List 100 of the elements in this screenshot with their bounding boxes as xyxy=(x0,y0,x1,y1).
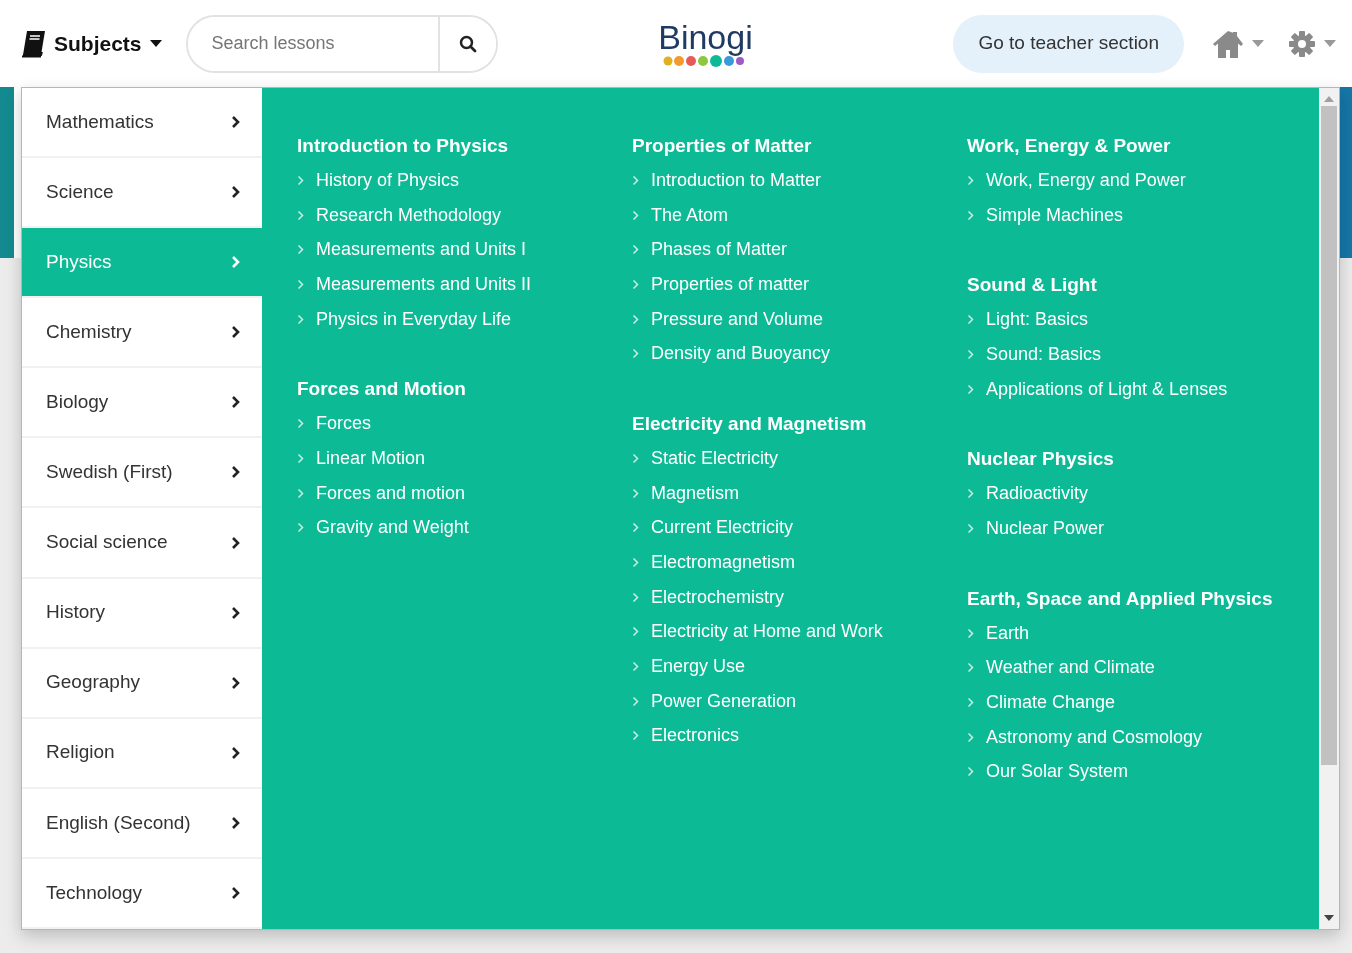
logo-text: Binogi xyxy=(658,19,753,54)
settings-icon xyxy=(1288,29,1316,58)
lesson-link[interactable]: The Atom xyxy=(632,197,967,233)
book-icon xyxy=(20,29,46,58)
chevron-right-icon xyxy=(632,174,639,186)
lesson-link[interactable]: Energy Use xyxy=(632,649,967,684)
chevron-right-icon xyxy=(632,626,639,638)
topic-heading: Properties of Matter xyxy=(632,134,813,158)
home-icon xyxy=(1212,29,1244,58)
chevron-right-icon xyxy=(231,815,240,830)
lesson-link[interactable]: Electrochemistry xyxy=(632,579,967,615)
lesson-link[interactable]: Radioactivity xyxy=(967,476,1302,512)
chevron-right-icon xyxy=(632,348,639,360)
lesson-link[interactable]: Sound: Basics xyxy=(967,337,1302,372)
caret-icon xyxy=(1252,40,1264,47)
chevron-right-icon xyxy=(967,348,974,360)
scrollbar[interactable] xyxy=(1319,88,1339,929)
chevron-right-icon xyxy=(231,185,240,200)
chevron-right-icon xyxy=(297,452,304,464)
chevron-right-icon xyxy=(967,383,974,395)
search-button[interactable] xyxy=(437,16,496,71)
lesson-link[interactable]: Phases of Matter xyxy=(632,232,967,268)
chevron-right-icon xyxy=(967,697,974,709)
chevron-right-icon xyxy=(632,661,639,673)
chevron-right-icon xyxy=(967,731,974,743)
scroll-down-icon xyxy=(1324,915,1334,921)
lesson-link[interactable]: Introduction to Matter xyxy=(632,163,967,198)
chevron-right-icon xyxy=(632,452,639,464)
chevron-right-icon xyxy=(967,209,974,221)
topic-heading: Work, Energy & Power xyxy=(967,134,1172,158)
chevron-right-icon xyxy=(632,278,639,290)
lesson-link[interactable]: Gravity and Weight xyxy=(297,510,632,546)
chevron-right-icon xyxy=(632,244,639,256)
chevron-right-icon xyxy=(967,314,974,326)
lesson-link[interactable]: Physics in Everyday Life xyxy=(297,301,632,337)
lesson-link[interactable]: Earth xyxy=(967,615,1302,651)
lesson-link[interactable]: History of Physics xyxy=(297,163,632,198)
caret-icon xyxy=(1324,40,1336,47)
lesson-link[interactable]: Properties of matter xyxy=(632,267,967,302)
chevron-right-icon xyxy=(967,522,974,534)
chevron-right-icon xyxy=(967,174,974,186)
caret-icon xyxy=(149,40,162,47)
topic-heading: Forces and Motion xyxy=(297,377,467,402)
chevron-right-icon xyxy=(297,313,304,325)
lesson-link[interactable]: Linear Motion xyxy=(297,441,632,476)
lesson-link[interactable]: Simple Machines xyxy=(967,197,1302,233)
lesson-link[interactable]: Nuclear Power xyxy=(967,511,1302,546)
subject-menu-item[interactable]: Physics xyxy=(22,228,262,299)
chevron-right-icon xyxy=(967,766,974,778)
lesson-link[interactable]: Magnetism xyxy=(632,475,967,511)
lesson-link[interactable]: Applications of Light & Lenses xyxy=(967,371,1302,407)
chevron-right-icon xyxy=(297,278,304,290)
chevron-right-icon xyxy=(632,313,639,325)
chevron-right-icon xyxy=(632,591,639,603)
topic-heading: Electricity and Magnetism xyxy=(632,412,868,437)
chevron-right-icon xyxy=(632,695,639,707)
chevron-right-icon xyxy=(231,255,240,270)
lesson-link[interactable]: Static Electricity xyxy=(632,441,967,476)
lesson-link[interactable]: Electronics xyxy=(632,718,967,754)
lesson-link[interactable]: Density and Buoyancy xyxy=(632,336,967,372)
chevron-right-icon xyxy=(632,730,639,742)
chevron-right-icon xyxy=(632,209,639,221)
chevron-right-icon xyxy=(632,522,639,534)
topic-heading: Introduction to Physics xyxy=(297,134,510,158)
lesson-link[interactable]: Measurements and Units I xyxy=(297,232,632,268)
chevron-right-icon xyxy=(967,627,974,639)
lesson-link[interactable]: Power Generation xyxy=(632,683,967,719)
lesson-link[interactable]: Pressure and Volume xyxy=(632,301,967,337)
lesson-link[interactable]: Current Electricity xyxy=(632,510,967,546)
lesson-link[interactable]: Climate Change xyxy=(967,685,1302,720)
topic-heading: Sound & Light xyxy=(967,273,1098,298)
lesson-link[interactable]: Electricity at Home and Work xyxy=(632,614,967,650)
lesson-link[interactable]: Forces and motion xyxy=(297,475,632,511)
chevron-right-icon xyxy=(231,745,240,760)
lesson-link[interactable]: Astronomy and Cosmology xyxy=(967,719,1302,755)
lesson-link[interactable]: Electromagnetism xyxy=(632,545,967,580)
chevron-right-icon xyxy=(632,557,639,569)
topic-heading: Earth, Space and Applied Physics xyxy=(967,586,1274,611)
chevron-right-icon xyxy=(231,535,240,550)
chevron-right-icon xyxy=(297,522,304,534)
chevron-right-icon xyxy=(297,174,304,186)
lesson-link[interactable]: Weather and Climate xyxy=(967,650,1302,686)
chevron-right-icon xyxy=(967,488,974,500)
chevron-right-icon xyxy=(231,465,240,480)
teacher-section-button[interactable]: Go to teacher section xyxy=(953,14,1184,73)
lesson-link[interactable]: Light: Basics xyxy=(967,302,1302,338)
chevron-right-icon xyxy=(231,325,240,340)
topic-heading: Nuclear Physics xyxy=(967,447,1115,472)
search-field[interactable]: Search lessons xyxy=(185,14,498,73)
lesson-link[interactable]: Work, Energy and Power xyxy=(967,163,1302,198)
scroll-up-icon xyxy=(1324,96,1334,102)
lesson-link[interactable]: Research Methodology xyxy=(297,197,632,233)
lesson-link[interactable]: Our Solar System xyxy=(967,754,1302,790)
lesson-link[interactable]: Measurements and Units II xyxy=(297,267,632,302)
chevron-right-icon xyxy=(231,395,240,410)
subjects-menu-button[interactable]: Subjects xyxy=(20,27,162,60)
lesson-link[interactable]: Forces xyxy=(297,406,632,442)
chevron-right-icon xyxy=(231,115,240,130)
chevron-right-icon xyxy=(231,885,240,900)
chevron-right-icon xyxy=(231,605,240,620)
